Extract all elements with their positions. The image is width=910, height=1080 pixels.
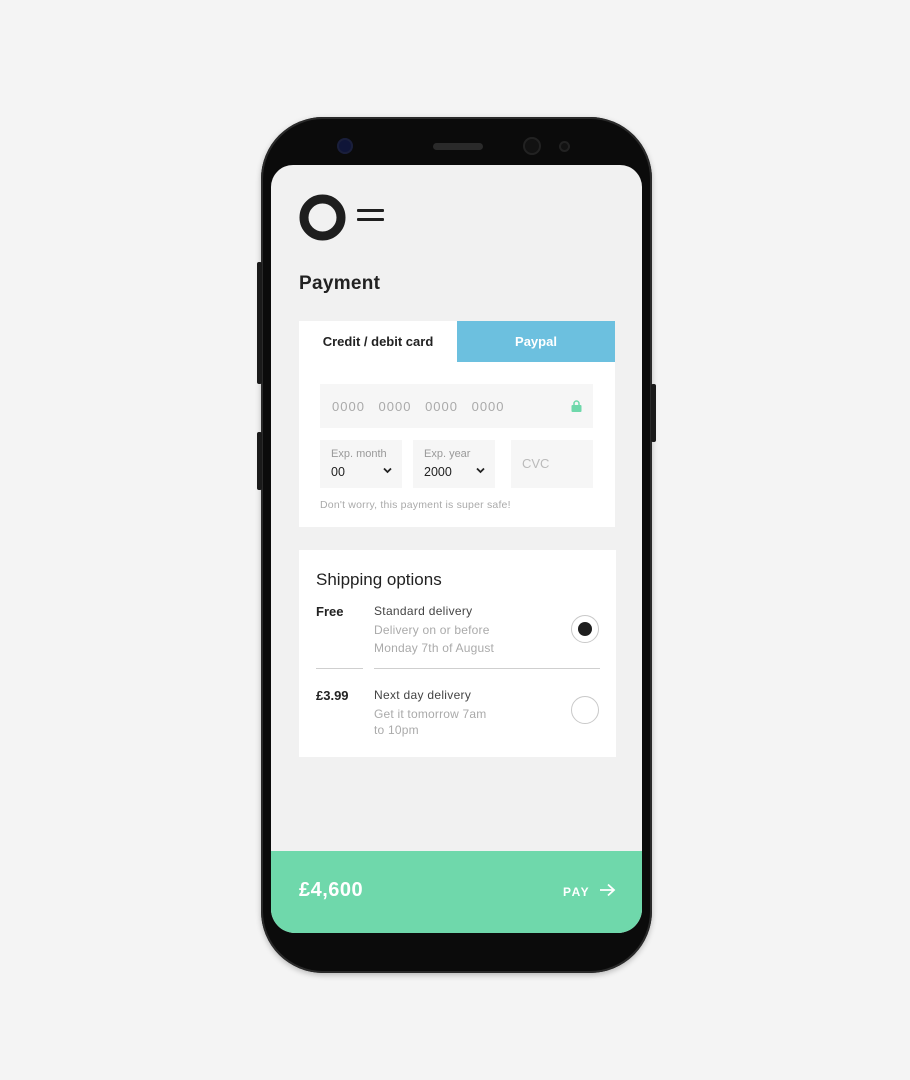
option-price: £3.99 <box>316 688 349 703</box>
tab-credit-debit-card[interactable]: Credit / debit card <box>299 321 457 362</box>
proximity-sensor <box>559 141 570 152</box>
exp-year-select[interactable]: Exp. year 2000 <box>413 440 495 488</box>
option-desc-line: Delivery on or before <box>374 623 490 637</box>
exp-year-value: 2000 <box>424 465 452 479</box>
power-button <box>651 384 656 442</box>
hamburger-menu-icon[interactable] <box>357 209 384 227</box>
option-desc-line: to 10pm <box>374 723 419 737</box>
exp-month-label: Exp. month <box>331 448 387 460</box>
payment-card: Credit / debit card Paypal 0000 0000 000… <box>299 321 615 527</box>
arrow-right-icon <box>600 883 616 897</box>
pay-label: PAY <box>563 885 591 899</box>
radio-standard-delivery[interactable] <box>571 615 599 643</box>
card-number-input[interactable]: 0000 0000 0000 0000 <box>320 384 593 428</box>
radio-next-day-delivery[interactable] <box>571 696 599 724</box>
exp-month-select[interactable]: Exp. month 00 <box>320 440 402 488</box>
ring-logo-icon <box>299 194 346 241</box>
tab-paypal[interactable]: Paypal <box>457 321 615 362</box>
divider <box>316 668 363 669</box>
volume-button <box>257 262 262 384</box>
safety-note: Don't worry, this payment is super safe! <box>320 499 511 511</box>
pay-button[interactable]: £4,600 PAY <box>271 851 642 933</box>
option-name: Standard delivery <box>374 604 473 618</box>
shipping-option-standard[interactable]: Free Standard delivery Delivery on or be… <box>299 602 616 668</box>
exp-year-label: Exp. year <box>424 448 471 460</box>
card-number-placeholder: 0000 0000 0000 0000 <box>332 399 505 414</box>
cvc-placeholder: CVC <box>522 456 550 471</box>
option-price: Free <box>316 604 344 619</box>
bixby-button <box>257 432 262 490</box>
front-camera <box>523 137 541 155</box>
lock-icon <box>571 400 582 412</box>
radio-selected-dot <box>578 622 592 636</box>
shipping-option-next-day[interactable]: £3.99 Next day delivery Get it tomorrow … <box>299 686 616 752</box>
option-desc-line: Monday 7th of August <box>374 641 495 655</box>
cvc-input[interactable]: CVC <box>511 440 593 488</box>
order-total: £4,600 <box>299 879 364 901</box>
exp-month-value: 00 <box>331 465 345 479</box>
shipping-title: Shipping options <box>316 570 442 589</box>
chevron-down-icon <box>476 467 485 474</box>
app-screen: Payment Credit / debit card Paypal 0000 … <box>271 165 642 933</box>
divider <box>374 668 600 669</box>
option-name: Next day delivery <box>374 688 472 702</box>
phone-speaker <box>433 143 483 150</box>
front-sensor <box>337 138 353 154</box>
shipping-card: Shipping options Free Standard delivery … <box>299 550 616 757</box>
chevron-down-icon <box>383 467 392 474</box>
page-title: Payment <box>299 273 381 294</box>
